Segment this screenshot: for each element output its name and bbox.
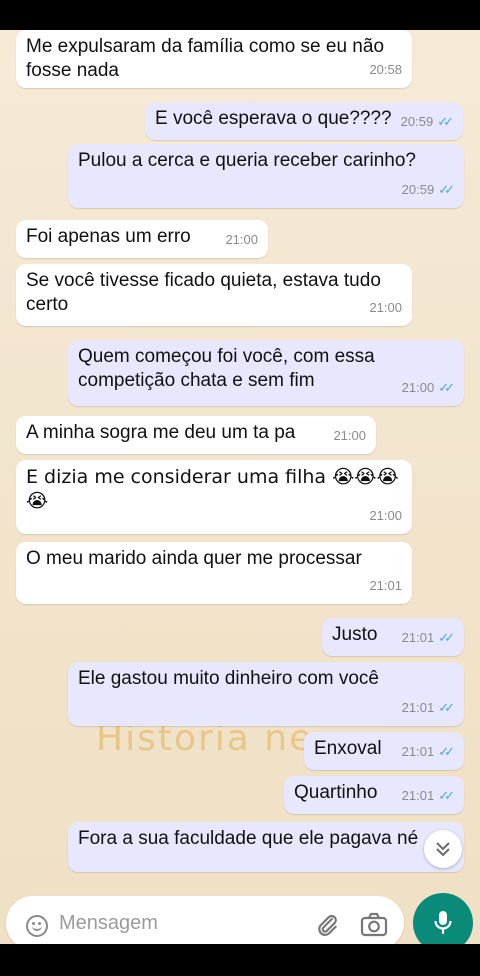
read-receipt-icon: ✓✓ — [438, 182, 455, 197]
read-receipt-icon: ✓✓ — [438, 744, 455, 759]
message-time: 21:01 — [401, 788, 435, 803]
message-time: 21:00 — [369, 508, 402, 523]
message-text: Pulou a cerca e queria receber carinho? — [78, 150, 416, 171]
message-incoming[interactable]: E dizia me considerar uma filha 😭😭😭 😭 21… — [16, 460, 412, 534]
message-time: 21:01 — [401, 700, 435, 715]
message-text: Foi apenas um erro — [26, 226, 191, 247]
double-chevron-down-icon — [436, 842, 450, 857]
message-text: Ele gastou muito dinheiro com você — [78, 668, 379, 689]
message-outgoing[interactable]: E você esperava o que???? 20:59 ✓✓ — [145, 102, 463, 140]
read-receipt-icon: ✓✓ — [437, 114, 454, 129]
status-bar-area — [0, 0, 480, 30]
message-time: 20:59 — [400, 114, 434, 129]
message-time: 21:01 — [401, 630, 435, 645]
message-incoming[interactable]: Me expulsaram da família como se eu não … — [16, 30, 412, 88]
read-receipt-icon: ✓✓ — [438, 630, 455, 645]
message-text: O meu marido ainda quer me processar — [26, 548, 362, 569]
message-text: Se você tivesse ficado quieta, estava tu… — [26, 270, 381, 315]
message-text: Fora a sua faculdade que ele pagava né — [78, 828, 419, 849]
message-time: 20:59 — [401, 182, 435, 197]
message-outgoing[interactable]: Quem começou foi você, com essa competiç… — [68, 340, 464, 406]
message-incoming[interactable]: Foi apenas um erro 21:00 — [16, 220, 268, 258]
message-incoming[interactable]: Se você tivesse ficado quieta, estava tu… — [16, 264, 412, 326]
read-receipt-icon: ✓✓ — [438, 380, 455, 395]
message-incoming[interactable]: O meu marido ainda quer me processar 21:… — [16, 542, 412, 604]
message-outgoing[interactable]: Quartinho 21:01 ✓✓ — [284, 776, 464, 814]
message-time: 21:00 — [225, 232, 258, 247]
mic-button[interactable] — [413, 893, 473, 944]
message-outgoing[interactable]: Pulou a cerca e queria receber carinho? … — [68, 144, 464, 208]
message-time: 21:00 — [333, 428, 366, 443]
message-time: 20:58 — [369, 62, 402, 77]
attach-icon[interactable] — [314, 912, 340, 938]
mic-icon — [434, 911, 452, 934]
read-receipt-icon: ✓✓ — [438, 700, 455, 715]
message-time: 21:00 — [369, 300, 402, 315]
message-text: Quem começou foi você, com essa competiç… — [78, 346, 375, 391]
read-receipt-icon: ✓✓ — [438, 788, 455, 803]
message-input-pill[interactable]: Mensagem — [6, 896, 404, 944]
message-text: A minha sogra me deu um ta pa — [26, 422, 296, 443]
camera-icon[interactable] — [360, 912, 388, 938]
emoji-icon[interactable] — [26, 915, 48, 937]
message-incoming[interactable]: A minha sogra me deu um ta pa 21:00 — [16, 416, 376, 454]
message-outgoing[interactable]: Justo 21:01 ✓✓ — [322, 618, 464, 656]
navigation-bar-area — [0, 944, 480, 976]
message-input[interactable]: Mensagem — [59, 912, 158, 935]
message-text: Me expulsaram da família como se eu não … — [26, 36, 385, 81]
message-composer: Mensagem — [0, 890, 480, 944]
scroll-to-bottom-button[interactable] — [424, 830, 462, 868]
message-time: 21:01 — [369, 578, 402, 593]
chat-area[interactable]: Historia ne Me expulsaram da família com… — [0, 30, 480, 944]
message-text: E dizia me considerar uma filha 😭😭😭 😭 — [26, 466, 399, 512]
message-time: 21:01 — [401, 744, 435, 759]
message-time: 21:00 — [401, 380, 435, 395]
message-outgoing[interactable]: Fora a sua faculdade que ele pagava né — [68, 822, 464, 872]
message-outgoing[interactable]: Ele gastou muito dinheiro com você 21:01… — [68, 662, 464, 726]
message-outgoing[interactable]: Enxoval 21:01 ✓✓ — [304, 732, 464, 770]
